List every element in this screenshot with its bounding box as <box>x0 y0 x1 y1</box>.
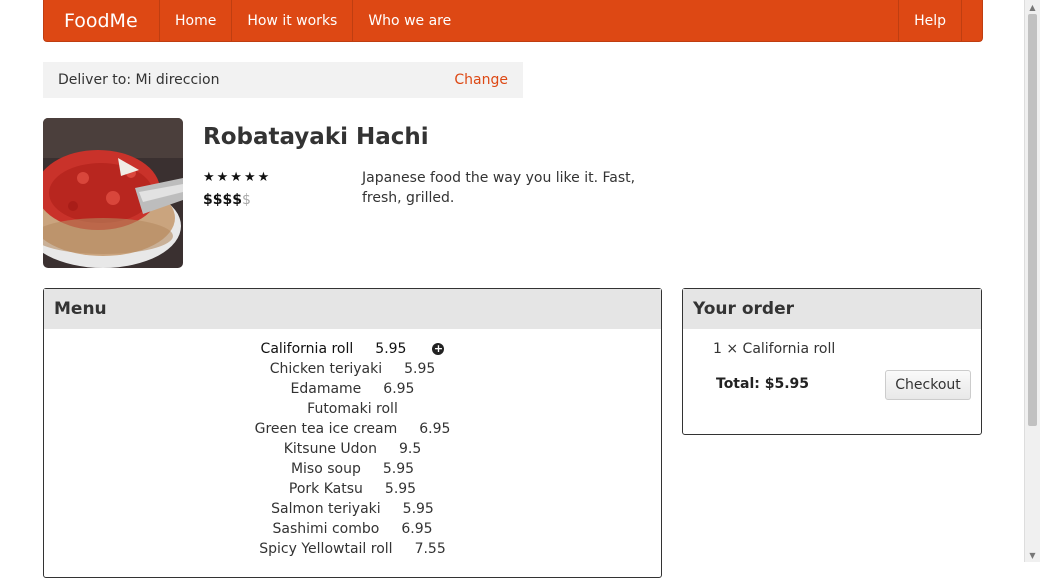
restaurant-name: Robatayaki Hachi <box>203 124 429 150</box>
brand-logo[interactable]: FoodMe <box>44 0 159 41</box>
menu-item[interactable]: Miso soup 5.95 <box>44 459 661 479</box>
menu-item[interactable]: Futomaki roll <box>44 399 661 419</box>
menu-item-price: 5.95 <box>404 361 436 377</box>
menu-panel: Menu California roll 5.95 + Chicken teri… <box>43 288 662 578</box>
menu-item-name: Pork Katsu <box>288 481 363 497</box>
price-inactive: $ <box>241 192 251 208</box>
menu-item-price: 5.95 <box>402 501 434 517</box>
order-panel: Your order 1 × California roll Total: $5… <box>682 288 982 435</box>
menu-item-name: Futomaki roll <box>307 401 398 417</box>
menu-item[interactable]: Kitsune Udon 9.5 <box>44 439 661 459</box>
price-active: $$$$ <box>203 192 242 208</box>
menu-item-price: 9.5 <box>398 441 422 457</box>
menu-item[interactable]: Pork Katsu 5.95 <box>44 479 661 499</box>
menu-item-name: Sashimi combo <box>272 521 380 537</box>
menu-item-price: 5.95 <box>384 481 417 497</box>
menu-item-name: Kitsune Udon <box>283 441 377 457</box>
menu-item-price: 6.95 <box>401 521 433 537</box>
rating-stars: ★★★★★ <box>203 170 272 185</box>
top-navbar: FoodMe Home How it works Who we are Help <box>43 0 983 42</box>
menu-list: California roll 5.95 + Chicken teriyaki … <box>44 329 661 559</box>
menu-item-name: Edamame <box>290 381 362 397</box>
menu-item-name: Green tea ice cream <box>254 421 398 437</box>
menu-item[interactable]: Edamame 6.95 <box>44 379 661 399</box>
price-rating: $$$$$ <box>203 192 251 208</box>
scroll-down-icon[interactable]: ▼ <box>1025 549 1040 561</box>
order-line-item: 1 × California roll <box>713 341 836 357</box>
order-title: Your order <box>683 289 981 329</box>
menu-title: Menu <box>44 289 661 329</box>
scroll-thumb[interactable] <box>1028 14 1037 426</box>
menu-item-price: 6.95 <box>419 421 451 437</box>
menu-item[interactable]: Sashimi combo 6.95 <box>44 519 661 539</box>
menu-item[interactable]: California roll 5.95 + <box>44 339 661 359</box>
nav-home[interactable]: Home <box>159 0 231 41</box>
menu-item-name: Chicken teriyaki <box>269 361 383 377</box>
menu-item-name: California roll <box>260 341 354 357</box>
nav-right-group: Help <box>898 0 982 41</box>
menu-item[interactable]: Chicken teriyaki 5.95 <box>44 359 661 379</box>
page-scrollbar[interactable]: ▲ ▼ <box>1024 0 1040 562</box>
restaurant-description: Japanese food the way you like it. Fast,… <box>362 170 636 206</box>
nav-how-it-works[interactable]: How it works <box>231 0 352 41</box>
change-address-link[interactable]: Change <box>454 72 508 88</box>
add-to-order-icon[interactable]: + <box>432 343 445 355</box>
delivery-address: Deliver to: Mi direccion <box>58 72 220 88</box>
menu-item-price: 7.55 <box>414 541 446 557</box>
nav-who-we-are[interactable]: Who we are <box>352 0 466 41</box>
menu-item-price: 5.95 <box>382 461 415 477</box>
checkout-button[interactable]: Checkout <box>885 370 971 400</box>
menu-item[interactable]: Green tea ice cream 6.95 <box>44 419 661 439</box>
order-total: Total: $5.95 <box>716 376 810 392</box>
menu-item-name: Miso soup <box>290 461 361 477</box>
menu-item-name: Spicy Yellowtail roll <box>259 541 393 557</box>
menu-item[interactable]: Spicy Yellowtail roll 7.55 <box>44 539 661 559</box>
menu-item-price: 6.95 <box>383 381 415 397</box>
menu-item[interactable]: Salmon teriyaki 5.95 <box>44 499 661 519</box>
scroll-up-icon[interactable]: ▲ <box>1025 1 1040 13</box>
menu-item-name: Salmon teriyaki <box>271 501 381 517</box>
menu-item-price: 5.95 <box>375 341 407 357</box>
restaurant-image <box>43 118 183 268</box>
nav-help[interactable]: Help <box>898 0 962 41</box>
delivery-bar: Deliver to: Mi direccion Change <box>43 62 523 98</box>
